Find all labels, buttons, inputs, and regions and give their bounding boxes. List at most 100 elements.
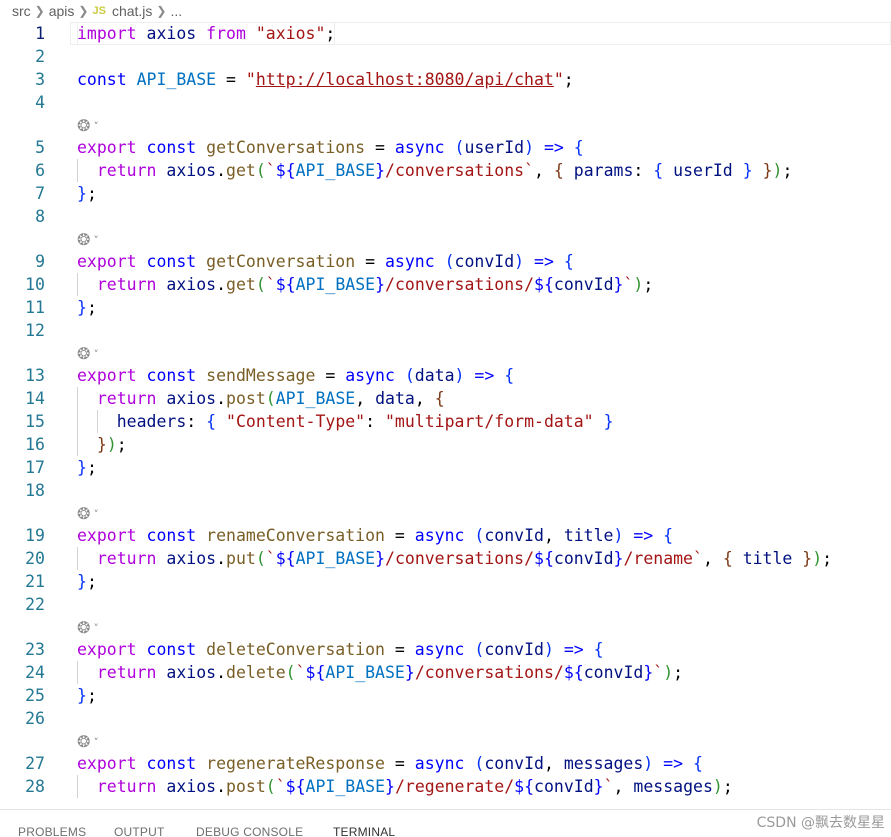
code-text[interactable]: return axios.post(API_BASE, data, { bbox=[77, 387, 445, 410]
codelens[interactable]: ❂ ˅ bbox=[77, 344, 99, 364]
code-text[interactable]: const API_BASE = "http://localhost:8080/… bbox=[77, 68, 574, 91]
breadcrumb-item-file[interactable]: chat.js bbox=[112, 3, 152, 19]
code-line[interactable]: 20 return axios.put(`${API_BASE}/convers… bbox=[0, 547, 891, 570]
code-line[interactable]: 10 return axios.get(`${API_BASE}/convers… bbox=[0, 273, 891, 296]
code-text[interactable]: }; bbox=[77, 684, 97, 707]
code-line[interactable]: 26 bbox=[0, 707, 891, 730]
code-text[interactable]: export const deleteConversation = async … bbox=[77, 638, 604, 661]
code-text[interactable]: export const renameConversation = async … bbox=[77, 524, 673, 547]
line-number[interactable]: 2 bbox=[0, 45, 45, 68]
code-line[interactable]: 19 export const renameConversation = asyn… bbox=[0, 524, 891, 547]
code-line[interactable]: 2 bbox=[0, 45, 891, 68]
code-line[interactable]: 6 return axios.get(`${API_BASE}/conversa… bbox=[0, 159, 891, 182]
code-line[interactable]: 24 return axios.delete(`${API_BASE}/conv… bbox=[0, 661, 891, 684]
code-line[interactable]: 22 bbox=[0, 593, 891, 616]
code-editor[interactable]: 1 import axios from "axios"; 2 3 const API_B… bbox=[0, 22, 891, 809]
breadcrumb-item-symbols[interactable]: ... bbox=[170, 3, 182, 19]
code-line[interactable]: 9 export const getConversation = async (c… bbox=[0, 250, 891, 273]
line-number[interactable]: 7 bbox=[0, 182, 45, 205]
code-text[interactable]: }; bbox=[77, 182, 97, 205]
codelens[interactable]: ❂ ˅ bbox=[77, 732, 99, 752]
tab-debug-console[interactable]: DEBUG CONSOLE bbox=[196, 825, 303, 837]
code-line[interactable]: 21}; bbox=[0, 570, 891, 593]
line-number[interactable]: 17 bbox=[0, 456, 45, 479]
line-number[interactable]: 16 bbox=[0, 433, 45, 456]
line-number[interactable]: 5 bbox=[0, 136, 45, 159]
code-line[interactable]: 17}; bbox=[0, 456, 891, 479]
copilot-icon[interactable]: ❂ bbox=[77, 118, 90, 134]
chevron-down-icon[interactable]: ˅ bbox=[93, 121, 99, 132]
chevron-down-icon[interactable]: ˅ bbox=[93, 349, 99, 360]
chevron-down-icon[interactable]: ˅ bbox=[93, 737, 99, 748]
line-number[interactable]: 1 bbox=[0, 22, 45, 45]
copilot-icon[interactable]: ❂ bbox=[77, 232, 90, 248]
line-number[interactable]: 6 bbox=[0, 159, 45, 182]
code-text[interactable]: export const sendMessage = async (data) … bbox=[77, 364, 514, 387]
breadcrumb-item-apis[interactable]: apis bbox=[49, 3, 75, 19]
copilot-icon[interactable]: ❂ bbox=[77, 734, 90, 750]
code-text[interactable]: }; bbox=[77, 456, 97, 479]
code-line[interactable]: 16 }); bbox=[0, 433, 891, 456]
line-number[interactable]: 19 bbox=[0, 524, 45, 547]
copilot-icon[interactable]: ❂ bbox=[77, 506, 90, 522]
code-text[interactable]: return axios.put(`${API_BASE}/conversati… bbox=[77, 547, 832, 570]
code-line[interactable]: 18 bbox=[0, 479, 891, 502]
codelens[interactable]: ❂ ˅ bbox=[77, 116, 99, 136]
code-line[interactable]: 14 return axios.post(API_BASE, data, { bbox=[0, 387, 891, 410]
codelens[interactable]: ❂ ˅ bbox=[77, 230, 99, 250]
tab-terminal[interactable]: TERMINAL bbox=[333, 825, 395, 837]
copilot-icon[interactable]: ❂ bbox=[77, 620, 90, 636]
line-number[interactable]: 23 bbox=[0, 638, 45, 661]
line-number[interactable]: 28 bbox=[0, 775, 45, 798]
line-number[interactable]: 27 bbox=[0, 752, 45, 775]
chevron-down-icon[interactable]: ˅ bbox=[93, 623, 99, 634]
chevron-down-icon[interactable]: ˅ bbox=[93, 235, 99, 246]
code-text[interactable]: export const getConversations = async (u… bbox=[77, 136, 584, 159]
line-number[interactable]: 24 bbox=[0, 661, 45, 684]
line-number[interactable]: 14 bbox=[0, 387, 45, 410]
code-line[interactable]: 12 bbox=[0, 319, 891, 342]
code-line[interactable]: 3 const API_BASE = "http://localhost:8080… bbox=[0, 68, 891, 91]
code-text[interactable]: return axios.get(`${API_BASE}/conversati… bbox=[77, 159, 793, 182]
code-text[interactable]: }; bbox=[77, 570, 97, 593]
tab-problems[interactable]: PROBLEMS bbox=[18, 825, 86, 837]
code-line[interactable]: 27 export const regenerateResponse = asyn… bbox=[0, 752, 891, 775]
code-line[interactable]: 8 bbox=[0, 205, 891, 228]
tab-output[interactable]: OUTPUT bbox=[114, 825, 165, 837]
code-line[interactable]: 11}; bbox=[0, 296, 891, 319]
code-line[interactable]: 4 bbox=[0, 91, 891, 114]
breadcrumb-item-src[interactable]: src bbox=[12, 3, 31, 19]
line-number[interactable]: 12 bbox=[0, 319, 45, 342]
line-number[interactable]: 11 bbox=[0, 296, 45, 319]
code-text[interactable]: headers: { "Content-Type": "multipart/fo… bbox=[77, 410, 614, 433]
code-line[interactable]: 7}; bbox=[0, 182, 891, 205]
code-text[interactable]: return axios.post(`${API_BASE}/regenerat… bbox=[77, 775, 733, 798]
code-text[interactable]: export const regenerateResponse = async … bbox=[77, 752, 703, 775]
code-line[interactable]: 5 export const getConversations = async (… bbox=[0, 136, 891, 159]
line-number[interactable]: 3 bbox=[0, 68, 45, 91]
line-number[interactable]: 10 bbox=[0, 273, 45, 296]
line-number[interactable]: 8 bbox=[0, 205, 45, 228]
codelens[interactable]: ❂ ˅ bbox=[77, 618, 99, 638]
code-text[interactable]: export const getConversation = async (co… bbox=[77, 250, 574, 273]
chevron-down-icon[interactable]: ˅ bbox=[93, 509, 99, 520]
code-line[interactable]: 28 return axios.post(`${API_BASE}/regene… bbox=[0, 775, 891, 798]
line-number[interactable]: 22 bbox=[0, 593, 45, 616]
code-line[interactable]: 23 export const deleteConversation = asyn… bbox=[0, 638, 891, 661]
line-number[interactable]: 18 bbox=[0, 479, 45, 502]
copilot-icon[interactable]: ❂ bbox=[77, 346, 90, 362]
line-number[interactable]: 15 bbox=[0, 410, 45, 433]
code-line[interactable]: 13 export const sendMessage = async (data… bbox=[0, 364, 891, 387]
code-line[interactable]: 1 import axios from "axios"; bbox=[0, 22, 891, 45]
code-text[interactable]: return axios.delete(`${API_BASE}/convers… bbox=[77, 661, 683, 684]
line-number[interactable]: 9 bbox=[0, 250, 45, 273]
line-number[interactable]: 4 bbox=[0, 91, 45, 114]
code-text[interactable]: return axios.get(`${API_BASE}/conversati… bbox=[77, 273, 653, 296]
code-text[interactable]: }; bbox=[77, 296, 97, 319]
line-number[interactable]: 26 bbox=[0, 707, 45, 730]
line-number[interactable]: 25 bbox=[0, 684, 45, 707]
line-number[interactable]: 21 bbox=[0, 570, 45, 593]
code-line[interactable]: 15 headers: { "Content-Type": "multipart… bbox=[0, 410, 891, 433]
code-text[interactable]: }); bbox=[77, 433, 127, 456]
code-text[interactable]: import axios from "axios"; bbox=[77, 22, 336, 45]
